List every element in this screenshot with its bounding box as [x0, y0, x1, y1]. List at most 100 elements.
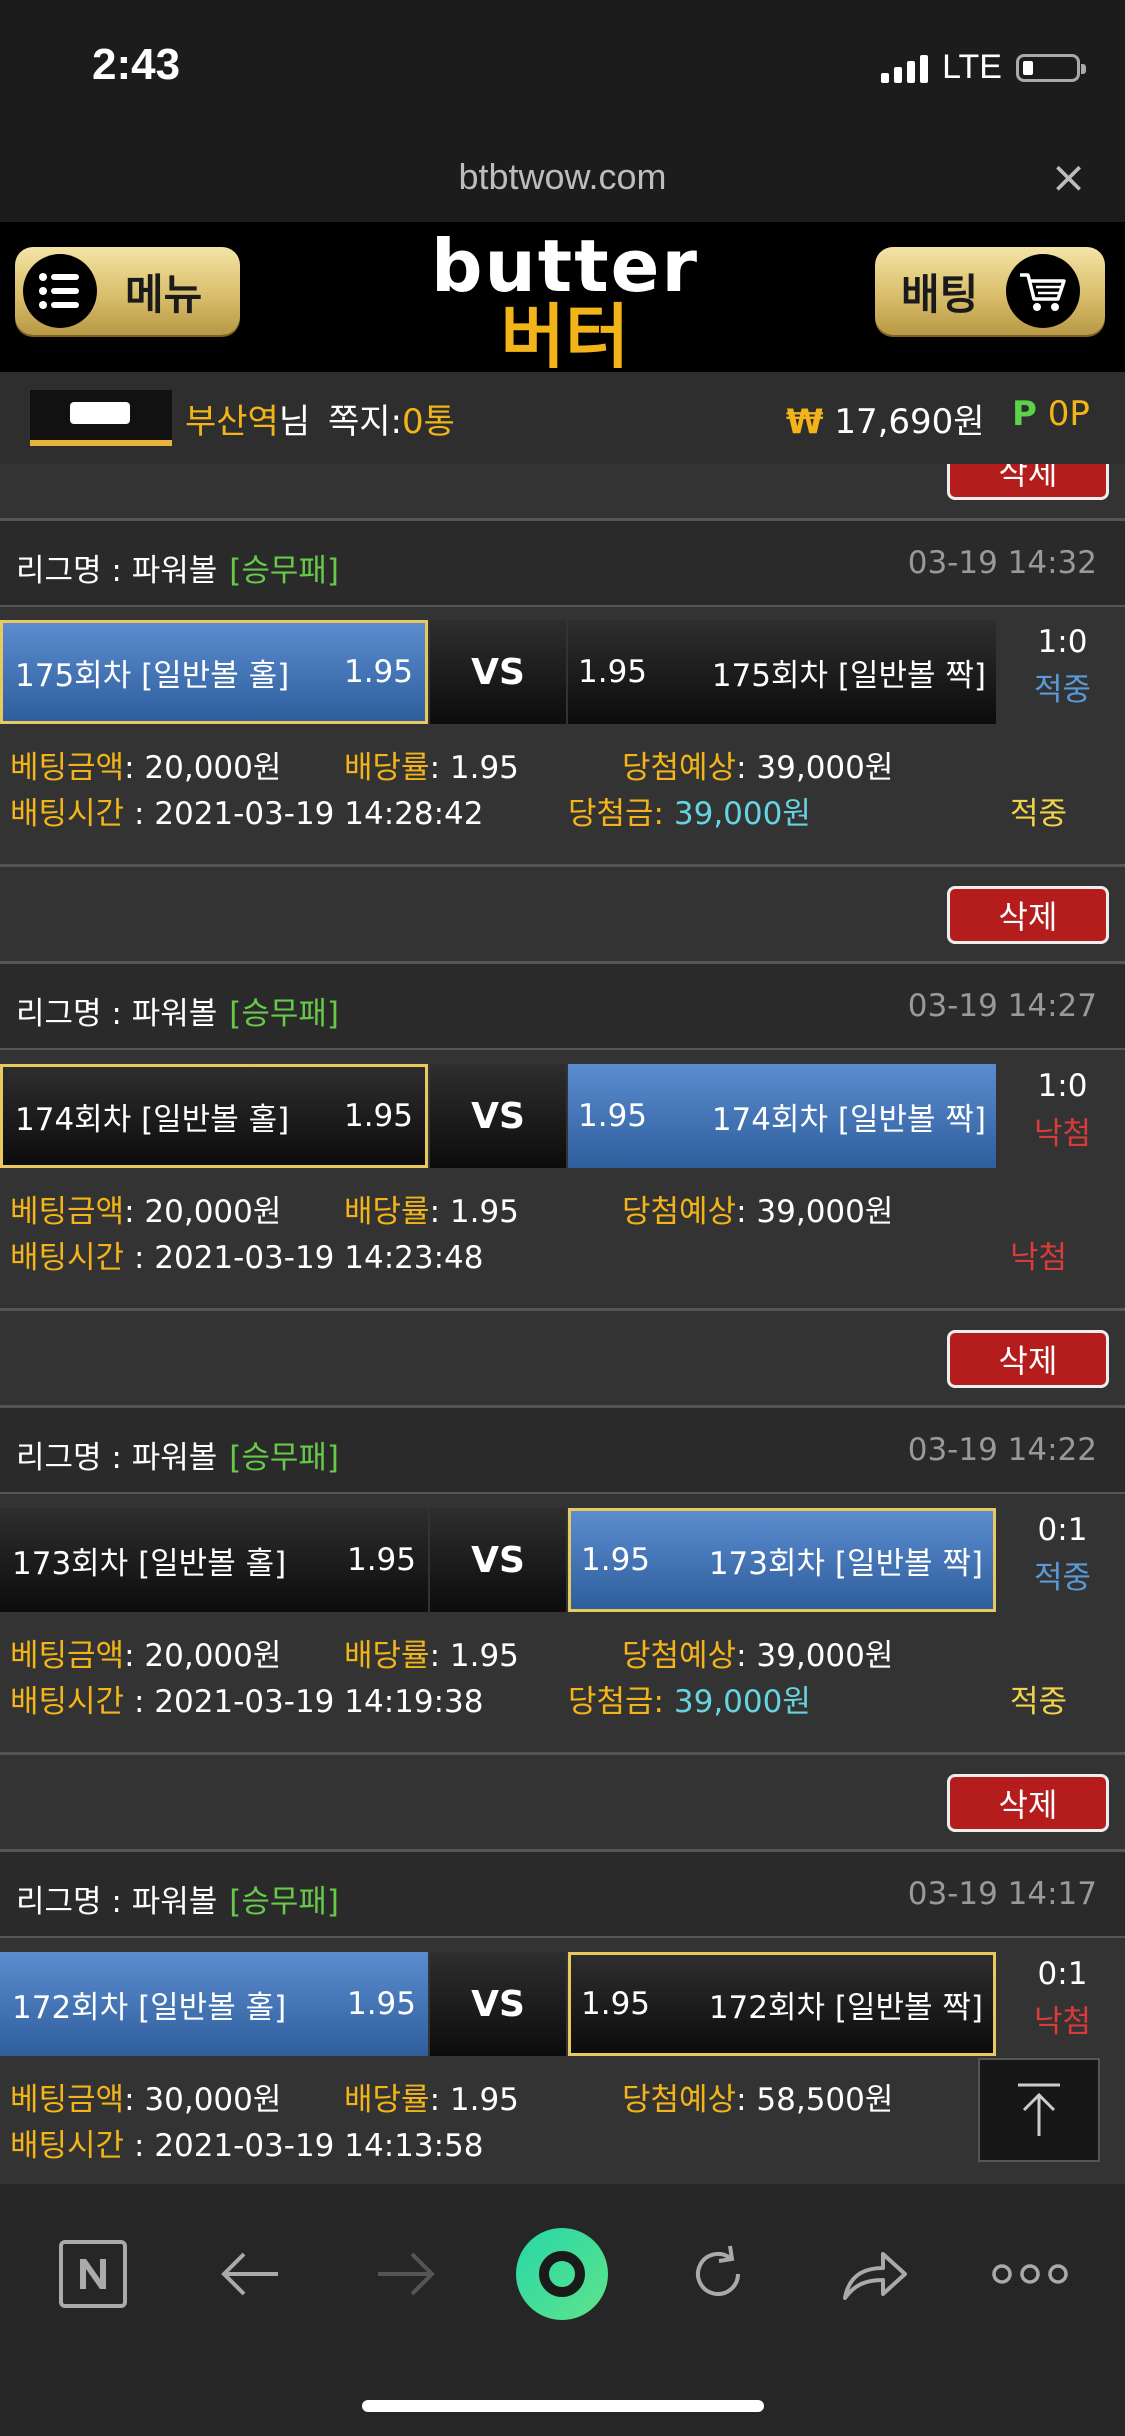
menu-button[interactable]: 메뉴 — [15, 247, 240, 335]
message-count[interactable]: 쪽지:0통 — [328, 394, 455, 443]
away-odds: 1.95 — [578, 654, 648, 690]
result-status: 낙첨 — [1033, 1116, 1092, 1152]
delete-button[interactable]: 삭제 — [947, 1774, 1109, 1832]
winnings-label: 당첨금: — [568, 1684, 665, 1720]
home-odds: 1.95 — [343, 1098, 413, 1134]
match-row: 173회차 [일반볼 홀] 1.95 VS 1.95 173회차 [일반볼 짝] 0… — [0, 1508, 1125, 1612]
home-indicator[interactable] — [362, 2400, 764, 2412]
user-name-text: 부산역 — [185, 402, 279, 442]
home-odds: 1.95 — [346, 1542, 416, 1578]
bet-info: 베팅금액: 20,000원 배당률: 1.95 당첨예상: 39,000원 배팅… — [0, 1616, 1125, 1736]
delete-button[interactable]: 삭제 — [947, 464, 1109, 500]
logo-ko: 버터 — [500, 296, 630, 378]
league-name: 리그명 : 파워볼 [승무패] — [16, 1432, 339, 1477]
bet-amount-value: : 20,000원 — [124, 750, 282, 786]
status-right: LTE — [881, 48, 1086, 87]
back-arrow-icon[interactable] — [200, 2224, 300, 2324]
league-name: 리그명 : 파워볼 [승무패] — [16, 1876, 339, 1921]
bet-info: 베팅금액: 30,000원 배당률: 1.95 당첨예상: 58,500원 배팅… — [0, 2060, 1125, 2180]
vs-label: VS — [430, 620, 566, 724]
score: 0:1 — [1037, 1956, 1088, 1992]
home-team-option[interactable]: 173회차 [일반볼 홀] 1.95 — [0, 1508, 428, 1612]
naver-n-icon[interactable] — [43, 2224, 143, 2324]
away-team-option[interactable]: 1.95 172회차 [일반볼 짝] — [568, 1952, 996, 2056]
league-header: 리그명 : 파워볼 [승무패] 03-19 14:32 — [0, 521, 1125, 607]
bet-rate: 배당률: 1.95 — [344, 1630, 519, 1675]
expected-label: 당첨예상 — [622, 1194, 737, 1230]
scroll-to-top-button[interactable] — [978, 2058, 1100, 2162]
match-row: 172회차 [일반볼 홀] 1.95 VS 1.95 172회차 [일반볼 짝] 0… — [0, 1952, 1125, 2056]
delete-button[interactable]: 삭제 — [947, 886, 1109, 944]
refresh-icon[interactable] — [668, 2224, 768, 2324]
bet-date: 03-19 14:27 — [907, 988, 1097, 1024]
bet-amount-value: : 20,000원 — [124, 1638, 282, 1674]
bet-time-label: 배팅시간 — [10, 796, 125, 832]
expected-value: : 39,000원 — [736, 1638, 894, 1674]
away-team-option[interactable]: 1.95 175회차 [일반볼 짝] — [568, 620, 996, 724]
away-team-option[interactable]: 1.95 174회차 [일반볼 짝] — [568, 1064, 996, 1168]
points-value: 0P — [1047, 394, 1090, 434]
bet-time: 배팅시간 : 2021-03-19 14:28:42 — [10, 788, 484, 833]
away-odds: 1.95 — [578, 1098, 648, 1134]
bet-rate-value: : 1.95 — [429, 1638, 519, 1674]
bet-amount-label: 베팅금액 — [10, 750, 125, 786]
result-status: 적중 — [1033, 672, 1092, 708]
winnings: 당첨금: 39,000원 — [568, 1676, 811, 1721]
browser-bottom-bar — [0, 2184, 1125, 2436]
forward-arrow-icon[interactable] — [356, 2224, 456, 2324]
home-circle-icon[interactable] — [512, 2224, 612, 2324]
divider — [0, 1752, 1125, 1755]
bet-rate: 배당률: 1.95 — [344, 742, 519, 787]
away-team-name: 174회차 [일반볼 짝] — [711, 1101, 986, 1138]
bet-rate: 배당률: 1.95 — [344, 1186, 519, 1231]
won-icon: ₩ — [786, 402, 824, 442]
bet-time-value: : 2021-03-19 14:19:38 — [124, 1684, 484, 1720]
home-team-option[interactable]: 174회차 [일반볼 홀] 1.95 — [0, 1064, 428, 1168]
away-odds: 1.95 — [581, 1986, 651, 2022]
close-icon[interactable]: × — [1050, 152, 1087, 203]
bet-info: 베팅금액: 20,000원 배당률: 1.95 당첨예상: 39,000원 배팅… — [0, 728, 1125, 848]
bet-amount: 베팅금액: 20,000원 — [10, 742, 281, 787]
league-tag: [승무패] — [229, 553, 340, 589]
more-icon[interactable] — [980, 2224, 1080, 2324]
share-icon[interactable] — [824, 2224, 924, 2324]
bet-amount: 베팅금액: 20,000원 — [10, 1630, 281, 1675]
network-type: LTE — [942, 48, 1002, 86]
divider — [0, 864, 1125, 867]
home-team-option[interactable]: 175회차 [일반볼 홀] 1.95 — [0, 620, 428, 724]
bet-time-value: : 2021-03-19 14:13:58 — [124, 2128, 484, 2164]
match-result: 1:0 적중 — [1000, 620, 1125, 724]
bet-time-label: 배팅시간 — [10, 1240, 125, 1276]
result-status: 적중 — [1033, 1560, 1092, 1596]
vs-label: VS — [430, 1952, 566, 2056]
site-logo[interactable]: butter 버터 — [425, 230, 705, 372]
url-text[interactable]: btbtwow.com — [0, 156, 1125, 198]
expected-value: : 39,000원 — [736, 750, 894, 786]
bet-time-value: : 2021-03-19 14:23:48 — [124, 1240, 484, 1276]
home-team-option[interactable]: 172회차 [일반볼 홀] 1.95 — [0, 1952, 428, 2056]
user-info-bar: 부산역님 쪽지:0통 ₩ 17,690원 P 0P — [0, 372, 1125, 466]
bet-slip-button[interactable]: 배팅 — [875, 247, 1105, 335]
league-name: 리그명 : 파워볼 [승무패] — [16, 988, 339, 1033]
league-header: 리그명 : 파워볼 [승무패] 03-19 14:17 — [0, 1852, 1125, 1938]
away-team-option[interactable]: 1.95 173회차 [일반볼 짝] — [568, 1508, 996, 1612]
winnings: 당첨금: 39,000원 — [568, 788, 811, 833]
bet-rate-value: : 1.95 — [429, 1194, 519, 1230]
browser-url-bar: btbtwow.com × — [0, 140, 1125, 222]
away-team-name: 173회차 [일반볼 짝] — [708, 1545, 983, 1582]
signal-icon — [881, 53, 929, 83]
bet-amount-label: 베팅금액 — [10, 1194, 125, 1230]
away-team-name: 175회차 [일반볼 짝] — [711, 657, 986, 694]
home-team-name: 174회차 [일반볼 홀] — [15, 1101, 290, 1138]
bet-amount-label: 베팅금액 — [10, 1638, 125, 1674]
league-tag: [승무패] — [229, 1884, 340, 1920]
league-label: 리그명 : 파워볼 — [16, 996, 218, 1032]
home-team-name: 172회차 [일반볼 홀] — [12, 1989, 287, 2026]
bet-rate-label: 배당률 — [344, 750, 430, 786]
delete-button[interactable]: 삭제 — [947, 1330, 1109, 1388]
bet-time-label: 배팅시간 — [10, 2128, 125, 2164]
bet-rate-value: : 1.95 — [429, 750, 519, 786]
bet-amount-value: : 30,000원 — [124, 2082, 282, 2118]
bet-info: 베팅금액: 20,000원 배당률: 1.95 당첨예상: 39,000원 배팅… — [0, 1172, 1125, 1292]
user-name[interactable]: 부산역님 — [185, 394, 310, 443]
